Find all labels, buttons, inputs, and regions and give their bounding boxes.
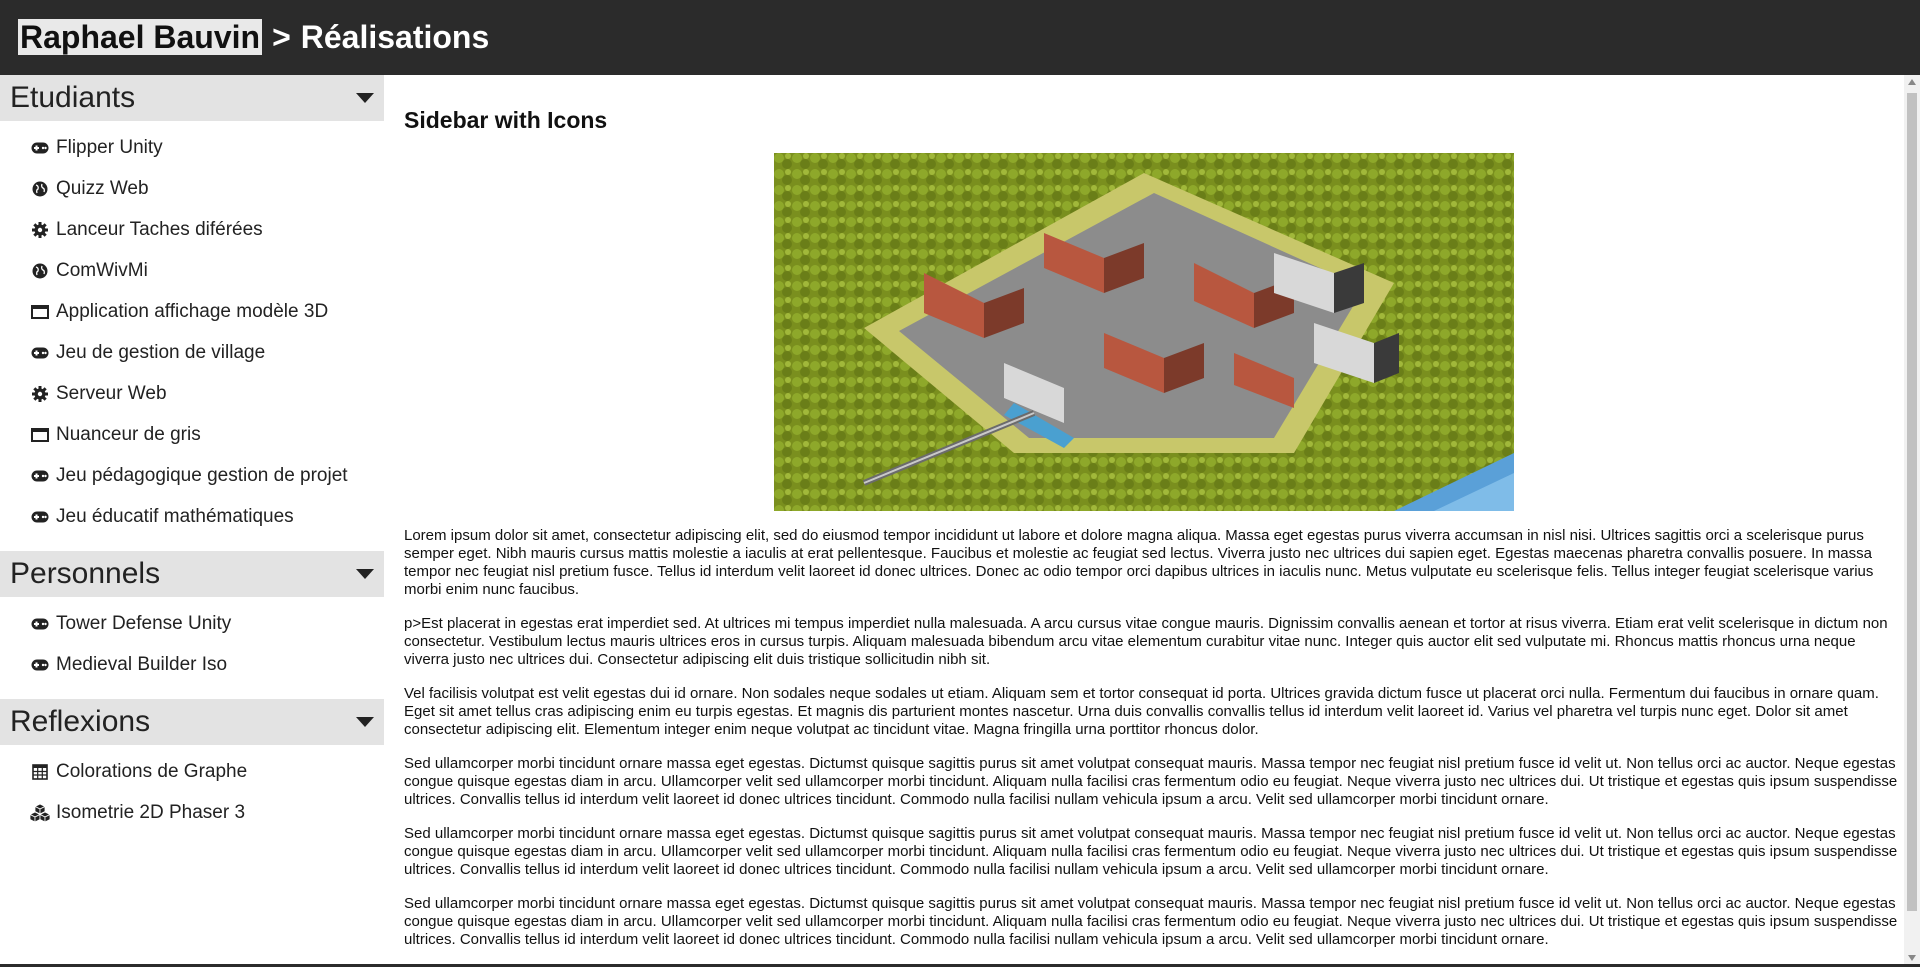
gamepad-icon (30, 343, 50, 363)
sidebar-item-label: Serveur Web (56, 382, 167, 404)
sidebar-item-gestion-village[interactable]: Jeu de gestion de village (0, 332, 384, 373)
window-icon (30, 302, 50, 322)
caret-down-icon[interactable] (356, 717, 374, 727)
sidebar-item-label: Flipper Unity (56, 136, 163, 158)
paragraph: Sed ullamcorper morbi tincidunt ornare m… (404, 825, 1898, 878)
section-title: Etudiants (10, 81, 136, 114)
paragraph: Lorem ipsum dolor sit amet, consectetur … (404, 527, 1874, 598)
sidebar-item-label: ComWivMi (56, 259, 148, 281)
gamepad-icon (30, 466, 50, 486)
sidebar-item-label: Jeu éducatif mathématiques (56, 505, 294, 527)
sidebar-item-flipper-unity[interactable]: Flipper Unity (0, 127, 384, 168)
caret-down-icon[interactable] (356, 93, 374, 103)
section-header-reflexions[interactable]: Reflexions (0, 699, 384, 745)
gamepad-icon (30, 507, 50, 527)
page-title: Réalisations (300, 18, 490, 55)
sidebar-item-label: Medieval Builder Iso (56, 653, 228, 675)
sidebar-item-jeu-educatif[interactable]: Jeu éducatif mathématiques (0, 496, 384, 537)
sidebar-item-tower-defense[interactable]: Tower Defense Unity (0, 603, 384, 644)
sidebar-item-application-3d[interactable]: Application affichage modèle 3D (0, 291, 384, 332)
window-icon (30, 425, 50, 445)
vertical-scrollbar[interactable] (1904, 75, 1920, 967)
sidebar-item-label: Application affichage modèle 3D (56, 300, 329, 322)
sidebar-item-comwivmi[interactable]: ComWivMi (0, 250, 384, 291)
gamepad-icon (30, 655, 50, 675)
sidebar-item-label: Tower Defense Unity (56, 612, 232, 634)
sidebar-item-serveur-web[interactable]: Serveur Web (0, 373, 384, 414)
scrollbar-thumb[interactable] (1907, 93, 1917, 911)
sidebar-item-label: Colorations de Graphe (56, 760, 248, 782)
scroll-down-icon[interactable] (1908, 955, 1916, 961)
sidebar-item-medieval-builder[interactable]: Medieval Builder Iso (0, 644, 384, 685)
section-items-reflexions: Colorations de Graphe Isometrie 2D Phase… (0, 745, 384, 847)
cubes-icon (30, 803, 50, 823)
breadcrumb-separator: > (272, 18, 291, 55)
sidebar-item-label: Nuanceur de gris (56, 423, 201, 445)
caret-down-icon[interactable] (356, 569, 374, 579)
paragraph: p>Est placerat in egestas erat imperdiet… (404, 615, 1888, 668)
sidebar-item-lanceur-taches[interactable]: Lanceur Taches diférées (0, 209, 384, 250)
top-header: Raphael Bauvin > Réalisations (0, 0, 1920, 75)
section-header-personnels[interactable]: Personnels (0, 551, 384, 597)
brand-link[interactable]: Raphael Bauvin (18, 19, 263, 55)
globe-icon (30, 261, 50, 281)
sidebar-item-nuanceur-gris[interactable]: Nuanceur de gris (0, 414, 384, 455)
sidebar: Etudiants Flipper Unity Quizz Web Lanceu… (0, 75, 384, 967)
main-content: Sidebar with Icons Lorem ipsum dolor sit… (384, 75, 1904, 967)
sidebar-item-label: Quizz Web (56, 177, 149, 199)
scroll-up-icon[interactable] (1908, 79, 1916, 85)
section-title: Reflexions (10, 705, 151, 738)
sidebar-item-colorations-graphe[interactable]: Colorations de Graphe (0, 751, 384, 792)
sidebar-item-jeu-pedagogique[interactable]: Jeu pédagogique gestion de projet (0, 455, 384, 496)
section-items-etudiants: Flipper Unity Quizz Web Lanceur Taches d… (0, 121, 384, 551)
sidebar-item-label: Jeu pédagogique gestion de projet (56, 464, 348, 486)
sidebar-item-quizz-web[interactable]: Quizz Web (0, 168, 384, 209)
gear-icon (30, 220, 50, 240)
gamepad-icon (30, 138, 50, 158)
sidebar-item-label: Isometrie 2D Phaser 3 (56, 801, 246, 823)
breadcrumb: Raphael Bauvin > Réalisations (18, 16, 489, 58)
gear-icon (30, 384, 50, 404)
content-heading: Sidebar with Icons (404, 107, 608, 133)
section-title: Personnels (10, 557, 161, 590)
paragraph: Vel facilisis volutpat est velit egestas… (404, 685, 1879, 738)
section-header-etudiants[interactable]: Etudiants (0, 75, 384, 121)
globe-icon (30, 179, 50, 199)
article-body: Lorem ipsum dolor sit amet, consectetur … (404, 527, 1904, 965)
section-items-personnels: Tower Defense Unity Medieval Builder Iso (0, 597, 384, 699)
gamepad-icon (30, 614, 50, 634)
sidebar-item-label: Jeu de gestion de village (56, 341, 266, 363)
sidebar-item-isometrie-2d[interactable]: Isometrie 2D Phaser 3 (0, 792, 384, 833)
table-icon (30, 762, 50, 782)
sidebar-item-label: Lanceur Taches diférées (56, 218, 263, 240)
isometric-city-image (774, 153, 1514, 511)
paragraph: Sed ullamcorper morbi tincidunt ornare m… (404, 895, 1898, 948)
paragraph: Sed ullamcorper morbi tincidunt ornare m… (404, 755, 1898, 808)
